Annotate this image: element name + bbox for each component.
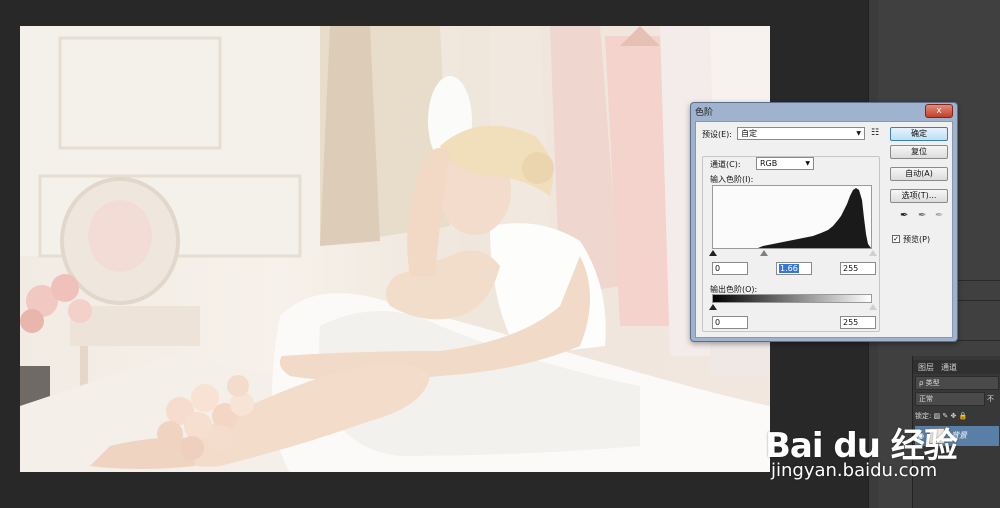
input-gamma-field[interactable]: 1.66 [776, 262, 812, 275]
output-white-field[interactable]: 255 [840, 316, 876, 329]
dialog-body: 预设(E): 自定 ▼ ☷ 确定 复位 自动(A) 选项(T)... ✒ ✒ ✒… [695, 121, 953, 338]
preset-options-icon[interactable]: ☷ [871, 128, 879, 138]
chevron-down-icon: ▼ [805, 160, 810, 167]
channel-dropdown[interactable]: RGB ▼ [756, 157, 814, 170]
input-white-slider[interactable] [869, 250, 877, 256]
channel-value: RGB [760, 159, 778, 168]
preset-label: 预设(E): [702, 130, 732, 139]
chevron-down-icon: ▼ [856, 130, 861, 137]
baidu-jingyan-watermark: Bai du 经验 jingyan.baidu.com [765, 398, 995, 494]
dialog-title: 色阶 [695, 108, 714, 118]
image-canvas[interactable] [20, 26, 770, 472]
photo-artwork [20, 26, 770, 472]
options-button[interactable]: 选项(T)... [890, 189, 948, 203]
auto-button[interactable]: 自动(A) [890, 167, 948, 181]
input-white-field[interactable]: 255 [840, 262, 876, 275]
photoshop-workspace: 图层 通道 ρ 类型 正常 不 锁定: ▨ ✎ ✥ 🔒 背景 ◉ 色阶 x 预设… [0, 0, 1000, 508]
histogram-graph [713, 188, 871, 248]
preset-dropdown[interactable]: 自定 ▼ [737, 127, 865, 140]
layer-filter-dropdown[interactable]: ρ 类型 [915, 376, 999, 390]
preview-checkbox[interactable]: ✓ [892, 235, 900, 243]
close-icon: x [936, 106, 942, 116]
input-levels-label: 输入色阶(I): [710, 175, 754, 184]
channel-label: 通道(C): [710, 160, 741, 169]
preset-value: 自定 [741, 129, 757, 138]
output-white-slider[interactable] [869, 304, 877, 310]
histogram [712, 185, 872, 249]
levels-dialog: 色阶 x 预设(E): 自定 ▼ ☷ 确定 复位 自动(A) 选项(T)... … [690, 102, 958, 342]
output-black-field[interactable]: 0 [712, 316, 748, 329]
layers-panel-tabs: 图层 通道 [913, 360, 1000, 374]
watermark-url: jingyan.baidu.com [771, 460, 938, 481]
checkmark-icon: ✓ [893, 235, 899, 243]
black-eyedropper-icon[interactable]: ✒ [900, 210, 908, 221]
close-button[interactable]: x [925, 104, 953, 118]
preview-label: 预览(P) [903, 235, 931, 244]
input-gamma-slider[interactable] [760, 250, 768, 256]
white-eyedropper-icon[interactable]: ✒ [935, 210, 943, 221]
input-black-field[interactable]: 0 [712, 262, 748, 275]
ok-button[interactable]: 确定 [890, 127, 948, 141]
output-black-slider[interactable] [709, 304, 717, 310]
output-gradient-bar [712, 294, 872, 303]
tab-channels[interactable]: 通道 [941, 362, 957, 373]
gray-eyedropper-icon[interactable]: ✒ [918, 210, 926, 221]
input-black-slider[interactable] [709, 250, 717, 256]
tab-layers[interactable]: 图层 [918, 362, 934, 373]
reset-button[interactable]: 复位 [890, 145, 948, 159]
